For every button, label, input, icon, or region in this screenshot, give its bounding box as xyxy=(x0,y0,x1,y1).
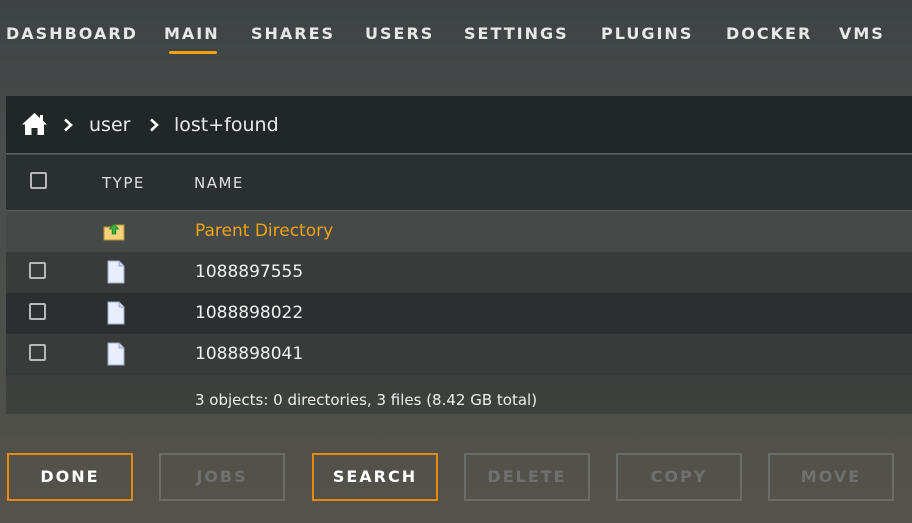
file-browser-panel: user lost+found TYPE NAME Parent Directo… xyxy=(6,96,912,414)
row-checkbox[interactable] xyxy=(29,262,46,279)
nav-tab-plugins[interactable]: PLUGINS xyxy=(601,24,693,43)
row-checkbox[interactable] xyxy=(29,303,46,320)
file-icon xyxy=(107,301,125,325)
nav-tab-shares[interactable]: SHARES xyxy=(251,24,335,43)
copy-button[interactable]: COPY xyxy=(616,453,742,501)
delete-button[interactable]: DELETE xyxy=(464,453,590,501)
table-header: TYPE NAME xyxy=(6,155,912,211)
parent-directory-row[interactable]: Parent Directory xyxy=(6,211,912,252)
chevron-right-icon xyxy=(150,118,159,132)
table-row[interactable]: 1088898022 xyxy=(6,293,912,334)
home-icon[interactable] xyxy=(21,112,48,136)
column-header-type[interactable]: TYPE xyxy=(102,174,145,192)
file-name[interactable]: 1088898041 xyxy=(195,344,303,364)
nav-tab-vms[interactable]: VMS xyxy=(839,24,885,43)
summary-text: 3 objects: 0 directories, 3 files (8.42 … xyxy=(195,391,538,409)
file-icon xyxy=(107,342,125,366)
nav-tab-settings[interactable]: SETTINGS xyxy=(464,24,569,43)
row-checkbox[interactable] xyxy=(29,344,46,361)
nav-tab-main[interactable]: MAIN xyxy=(164,24,220,43)
done-button[interactable]: DONE xyxy=(7,453,133,501)
table-row[interactable]: 1088897555 xyxy=(6,252,912,293)
jobs-button[interactable]: JOBS xyxy=(159,453,285,501)
file-icon xyxy=(107,260,125,284)
table-row[interactable]: 1088898041 xyxy=(6,334,912,375)
nav-tab-dashboard[interactable]: DASHBOARD xyxy=(6,24,138,43)
top-nav: DASHBOARD MAIN SHARES USERS SETTINGS PLU… xyxy=(0,0,912,70)
folder-up-icon xyxy=(103,223,125,241)
nav-tab-docker[interactable]: DOCKER xyxy=(726,24,812,43)
column-header-name[interactable]: NAME xyxy=(194,174,244,192)
chevron-right-icon xyxy=(64,118,73,132)
parent-directory-link[interactable]: Parent Directory xyxy=(195,221,333,241)
active-tab-indicator xyxy=(169,51,217,54)
select-all-checkbox[interactable] xyxy=(30,172,47,189)
breadcrumb-item-lost-found[interactable]: lost+found xyxy=(174,114,279,136)
file-name[interactable]: 1088897555 xyxy=(195,262,303,282)
breadcrumb: user lost+found xyxy=(6,96,912,154)
move-button[interactable]: MOVE xyxy=(768,453,894,501)
file-name[interactable]: 1088898022 xyxy=(195,303,303,323)
search-button[interactable]: SEARCH xyxy=(312,453,438,501)
breadcrumb-item-user[interactable]: user xyxy=(89,114,130,136)
nav-tab-users[interactable]: USERS xyxy=(365,24,434,43)
